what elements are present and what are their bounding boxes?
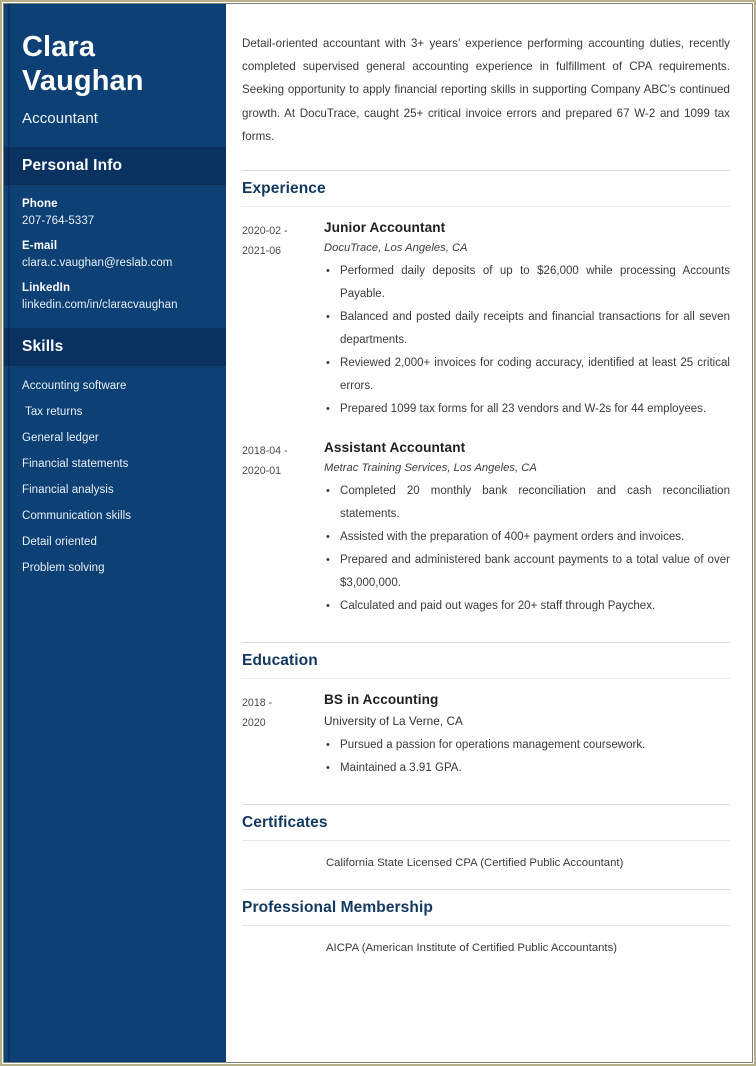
entry-bullet: Reviewed 2,000+ invoices for coding accu…	[324, 352, 730, 398]
section-professional-membership: Professional Membership AICPA (American …	[242, 888, 730, 970]
skill-item: Financial analysis	[22, 484, 114, 497]
skill-item: Communication skills	[22, 510, 132, 523]
section-title-professional-membership: Professional Membership	[242, 888, 730, 926]
section-experience: Experience 2020-02 - 2021-06 Junior Acco…	[242, 169, 730, 624]
entry-institution: University of La Verne, CA	[324, 713, 463, 728]
entry-bullet: Balanced and posted daily receipts and f…	[324, 306, 730, 352]
contact-label-phone: Phone	[22, 198, 58, 211]
candidate-last-name: Vaughan	[22, 65, 144, 98]
membership-item: AICPA (American Institute of Certified P…	[326, 941, 618, 954]
entry-date-start: 2018 -	[242, 696, 273, 709]
education-entry: 2018 - 2020 BS in Accounting University …	[242, 679, 730, 786]
contact-value-linkedin[interactable]: linkedin.com/in/claracvaughan	[22, 299, 208, 311]
resume-page: Clara Vaughan Accountant Personal Info P…	[0, 0, 756, 1066]
section-education: Education 2018 - 2020 BS in Accounting U…	[242, 641, 730, 786]
contact-value-phone[interactable]: 207-764-5337	[22, 215, 208, 227]
entry-bullet: Completed 20 monthly bank reconciliation…	[324, 480, 730, 526]
entry-bullet: Pursued a passion for operations managem…	[324, 734, 730, 757]
skill-item: Tax returns	[22, 406, 83, 419]
candidate-first-name: Clara	[22, 31, 96, 63]
contact-value-email[interactable]: clara.c.vaughan@reslab.com	[22, 257, 208, 269]
entry-date-start: 2018-04 -	[242, 444, 288, 457]
contact-label-email: E-mail	[22, 240, 58, 253]
skill-item: Accounting software	[22, 380, 127, 393]
contact-list: Phone 207-764-5337 E-mail clara.c.vaugha…	[4, 186, 226, 328]
entry-dates: 2020-02 - 2021-06	[242, 220, 320, 427]
entry-organization: DocuTrace, Los Angeles, CA	[324, 241, 468, 254]
entry-degree: BS in Accounting	[324, 691, 439, 707]
entry-dates: 2018 - 2020	[242, 692, 320, 786]
entry-bullet: Calculated and paid out wages for 20+ st…	[324, 595, 730, 618]
contact-item-email: E-mail clara.c.vaughan@reslab.com	[22, 240, 208, 269]
entry-date-end: 2021-06	[242, 244, 282, 257]
sidebar-heading-skills: Skills	[4, 328, 226, 368]
entry-bullet: Maintained a 3.91 GPA.	[324, 757, 730, 780]
entry-role: Assistant Accountant	[324, 439, 466, 455]
entry-body: Junior Accountant DocuTrace, Los Angeles…	[320, 220, 730, 427]
entry-body: BS in Accounting University of La Verne,…	[320, 692, 730, 786]
section-certificates: Certificates California State Licensed C…	[242, 803, 730, 885]
candidate-job-title: Accountant	[22, 110, 99, 128]
main-content: Detail-oriented accountant with 3+ years…	[226, 4, 752, 1062]
skill-item: Financial statements	[22, 458, 129, 471]
entry-bullets: Pursued a passion for operations managem…	[324, 734, 730, 786]
skill-item: Problem solving	[22, 562, 105, 575]
entry-dates: 2018-04 - 2020-01	[242, 440, 320, 624]
entry-body: Assistant Accountant Metrac Training Ser…	[320, 440, 730, 624]
entry-bullet: Performed daily deposits of up to $26,00…	[324, 260, 730, 306]
entry-bullets: Performed daily deposits of up to $26,00…	[324, 260, 730, 427]
contact-item-linkedin: LinkedIn linkedin.com/in/claracvaughan	[22, 282, 208, 311]
skill-item: Detail oriented	[22, 536, 97, 549]
entry-bullet: Assisted with the preparation of 400+ pa…	[324, 526, 730, 549]
entry-bullets: Completed 20 monthly bank reconciliation…	[324, 480, 730, 624]
skills-list: Accounting software Tax returns General …	[4, 367, 226, 608]
contact-label-linkedin: LinkedIn	[22, 282, 71, 295]
entry-date-end: 2020-01	[242, 464, 282, 477]
entry-organization: Metrac Training Services, Los Angeles, C…	[324, 461, 537, 474]
section-title-certificates: Certificates	[242, 803, 730, 841]
entry-role: Junior Accountant	[324, 219, 446, 235]
name-block: Clara Vaughan Accountant	[4, 4, 226, 147]
experience-entry: 2020-02 - 2021-06 Junior Accountant Docu…	[242, 207, 730, 427]
entry-bullet: Prepared 1099 tax forms for all 23 vendo…	[324, 398, 730, 421]
entry-bullet: Prepared and administered bank account p…	[324, 549, 730, 595]
section-title-education: Education	[242, 641, 730, 679]
sidebar: Clara Vaughan Accountant Personal Info P…	[4, 4, 226, 1062]
resume-page-inner: Clara Vaughan Accountant Personal Info P…	[3, 3, 753, 1063]
entry-date-start: 2020-02 -	[242, 224, 288, 237]
section-title-experience: Experience	[242, 169, 730, 207]
sidebar-heading-personal-info: Personal Info	[4, 147, 226, 187]
professional-summary: Detail-oriented accountant with 3+ years…	[242, 37, 730, 143]
certificate-item: California State Licensed CPA (Certified…	[326, 856, 624, 869]
experience-entry: 2018-04 - 2020-01 Assistant Accountant M…	[242, 427, 730, 624]
skill-item: General ledger	[22, 432, 99, 445]
contact-item-phone: Phone 207-764-5337	[22, 198, 208, 227]
entry-date-end: 2020	[242, 716, 266, 729]
candidate-name: Clara Vaughan	[22, 30, 208, 98]
